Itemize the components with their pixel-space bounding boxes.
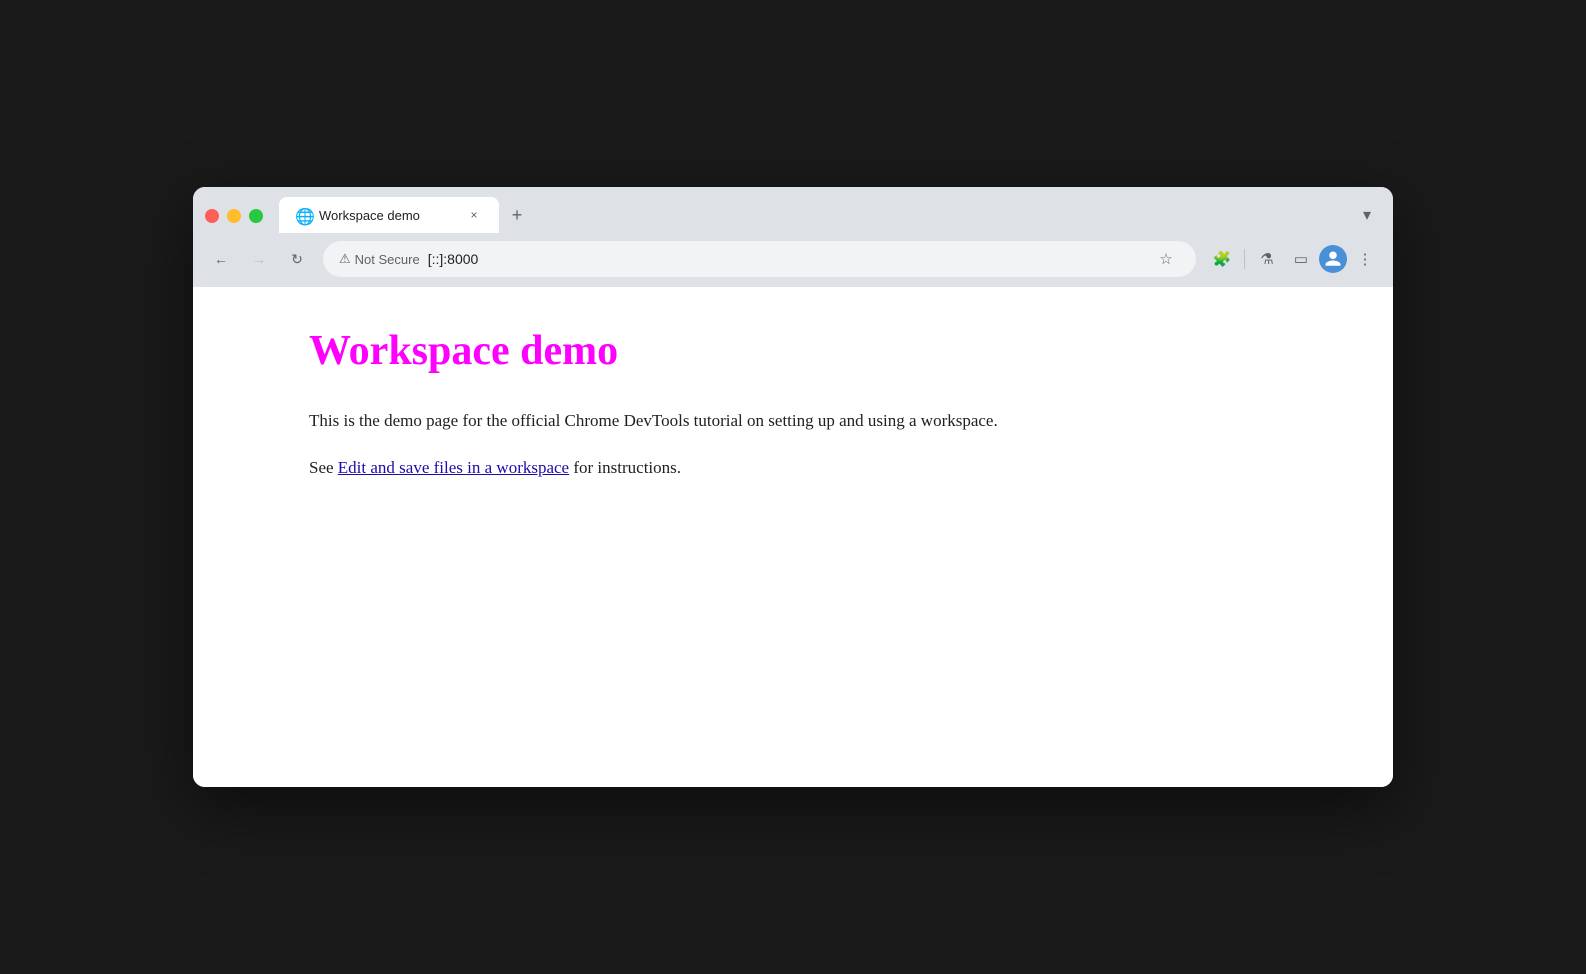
link-suffix: for instructions. <box>569 458 681 477</box>
lab-button[interactable]: ⚗ <box>1251 243 1283 275</box>
tab-dropdown-button[interactable]: ▾ <box>1353 201 1381 229</box>
toolbar: ← → ↻ ⚠ Not Secure [::]:8000 ☆ 🧩 ⚗ ▭ <box>193 233 1393 287</box>
window-controls <box>205 209 263 233</box>
not-secure-label: Not Secure <box>355 252 420 267</box>
more-button[interactable]: ⋮ <box>1349 243 1381 275</box>
active-tab[interactable]: 🌐 Workspace demo × <box>279 197 499 233</box>
workspace-link[interactable]: Edit and save files in a workspace <box>338 458 569 477</box>
title-bar: 🌐 Workspace demo × + ▾ ← → ↻ ⚠ Not Secur… <box>193 187 1393 287</box>
minimize-dot[interactable] <box>227 209 241 223</box>
page-heading: Workspace demo <box>309 327 1353 375</box>
tab-close-button[interactable]: × <box>465 206 483 224</box>
sidebar-button[interactable]: ▭ <box>1285 243 1317 275</box>
extensions-button[interactable]: 🧩 <box>1206 243 1238 275</box>
warning-icon: ⚠ <box>339 251 351 267</box>
new-tab-button[interactable]: + <box>503 201 531 229</box>
not-secure-indicator: ⚠ Not Secure <box>339 251 420 267</box>
reload-button[interactable]: ↻ <box>281 243 313 275</box>
toolbar-actions: 🧩 ⚗ ▭ ⋮ <box>1206 243 1381 275</box>
tab-favicon-icon: 🌐 <box>295 207 311 223</box>
close-dot[interactable] <box>205 209 219 223</box>
omnibox[interactable]: ⚠ Not Secure [::]:8000 ☆ <box>323 241 1196 277</box>
page-link-line: See Edit and save files in a workspace f… <box>309 454 1353 481</box>
bookmark-button[interactable]: ☆ <box>1152 245 1180 273</box>
back-button[interactable]: ← <box>205 243 237 275</box>
url-display[interactable]: [::]:8000 <box>428 251 1144 267</box>
tab-title: Workspace demo <box>319 208 457 223</box>
maximize-dot[interactable] <box>249 209 263 223</box>
tab-row: 🌐 Workspace demo × + ▾ <box>193 187 1393 233</box>
page-body-text: This is the demo page for the official C… <box>309 407 1353 434</box>
page-content: Workspace demo This is the demo page for… <box>193 287 1393 787</box>
browser-window: 🌐 Workspace demo × + ▾ ← → ↻ ⚠ Not Secur… <box>193 187 1393 787</box>
forward-button: → <box>243 243 275 275</box>
link-prefix: See <box>309 458 338 477</box>
toolbar-divider <box>1244 249 1245 269</box>
profile-button[interactable] <box>1319 245 1347 273</box>
